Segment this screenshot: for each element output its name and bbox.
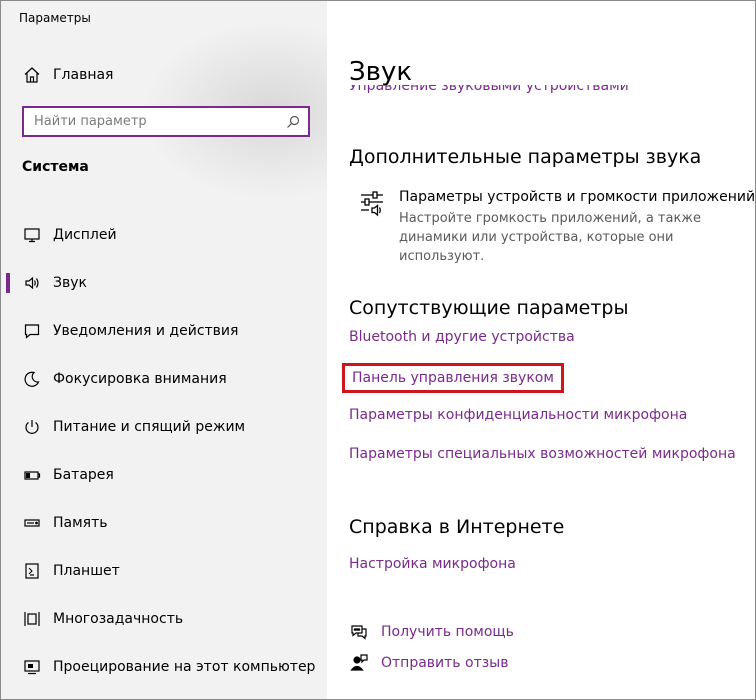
related-settings-heading: Сопутствующие параметры <box>349 297 629 319</box>
send-feedback-label: Отправить отзыв <box>381 655 509 671</box>
bluetooth-devices-link[interactable]: Bluetooth и другие устройства <box>349 329 575 345</box>
get-help-link[interactable]: Получить помощь <box>349 621 514 643</box>
sidebar-item-home[interactable]: Главная <box>1 59 327 91</box>
search-input[interactable] <box>24 108 308 135</box>
section-title: Система <box>22 159 89 175</box>
get-help-label: Получить помощь <box>381 624 514 640</box>
manage-sound-devices-link[interactable]: Управление звуковыми устройствами <box>349 85 729 97</box>
battery-icon <box>23 466 41 484</box>
main-content: Звук Управление звуковыми устройствами Д… <box>327 1 755 699</box>
speaker-icon <box>23 274 41 292</box>
sidebar-item-battery[interactable]: Батарея <box>1 451 327 499</box>
online-help-heading: Справка в Интернете <box>349 516 565 538</box>
advanced-sound-heading: Дополнительные параметры звука <box>349 146 702 168</box>
mixer-icon <box>361 191 383 217</box>
sound-control-panel-link[interactable]: Панель управления звуком <box>342 363 564 393</box>
sidebar-item-multitasking[interactable]: Многозадачность <box>1 595 327 643</box>
sidebar-item-label: Уведомления и действия <box>53 323 239 339</box>
sidebar-item-power[interactable]: Питание и спящий режим <box>1 403 327 451</box>
send-feedback-link[interactable]: Отправить отзыв <box>349 652 508 674</box>
sidebar-item-label: Память <box>53 515 108 531</box>
projection-icon <box>23 658 41 676</box>
sidebar-item-focus-assist[interactable]: Фокусировка внимания <box>1 355 327 403</box>
sidebar-item-label: Фокусировка внимания <box>53 371 227 387</box>
moon-icon <box>23 370 41 388</box>
feedback-person-icon <box>350 654 368 671</box>
microphone-setup-link[interactable]: Настройка микрофона <box>349 556 516 572</box>
monitor-icon <box>23 226 41 244</box>
microphone-accessibility-link[interactable]: Параметры специальных возможностей микро… <box>349 446 736 462</box>
sidebar-item-sound[interactable]: Звук <box>1 259 327 307</box>
sidebar-item-label: Планшет <box>53 563 120 579</box>
help-chat-icon <box>351 625 367 640</box>
sidebar-item-display[interactable]: Дисплей <box>1 211 327 259</box>
sidebar: Параметры Главная Система <box>1 1 327 699</box>
multitasking-icon <box>23 610 41 628</box>
power-icon <box>23 418 41 436</box>
tablet-icon <box>23 562 41 580</box>
sidebar-item-label: Батарея <box>53 467 114 483</box>
page-title: Звук <box>349 57 413 87</box>
sidebar-item-label: Дисплей <box>53 227 117 243</box>
sidebar-item-storage[interactable]: Память <box>1 499 327 547</box>
sidebar-item-projection[interactable]: Проецирование на этот компьютер <box>1 643 327 691</box>
storage-icon <box>23 514 41 532</box>
settings-window: Параметры Главная Система <box>0 0 756 700</box>
sidebar-item-label: Питание и спящий режим <box>53 419 246 435</box>
microphone-privacy-link[interactable]: Параметры конфиденциальности микрофона <box>349 407 687 423</box>
sidebar-item-label: Многозадачность <box>53 611 184 627</box>
notification-icon <box>23 322 41 340</box>
search-field[interactable] <box>22 106 310 137</box>
sidebar-item-notifications[interactable]: Уведомления и действия <box>1 307 327 355</box>
sidebar-item-tablet[interactable]: Планшет <box>1 547 327 595</box>
search-icon[interactable] <box>286 115 300 129</box>
sidebar-item-label: Главная <box>53 67 114 83</box>
window-title: Параметры <box>19 11 91 25</box>
home-icon <box>23 66 41 84</box>
sidebar-item-label: Звук <box>53 275 87 291</box>
app-volume-title: Параметры устройств и громкости приложен… <box>399 189 756 205</box>
link-label: Управление звуковыми устройствами <box>349 85 629 94</box>
app-volume-description: Настройте громкость приложений, а также … <box>399 211 702 264</box>
sidebar-item-label: Проецирование на этот компьютер <box>53 659 316 675</box>
sidebar-nav: Дисплей Звук Уведомления и действия Фоку… <box>1 211 327 691</box>
